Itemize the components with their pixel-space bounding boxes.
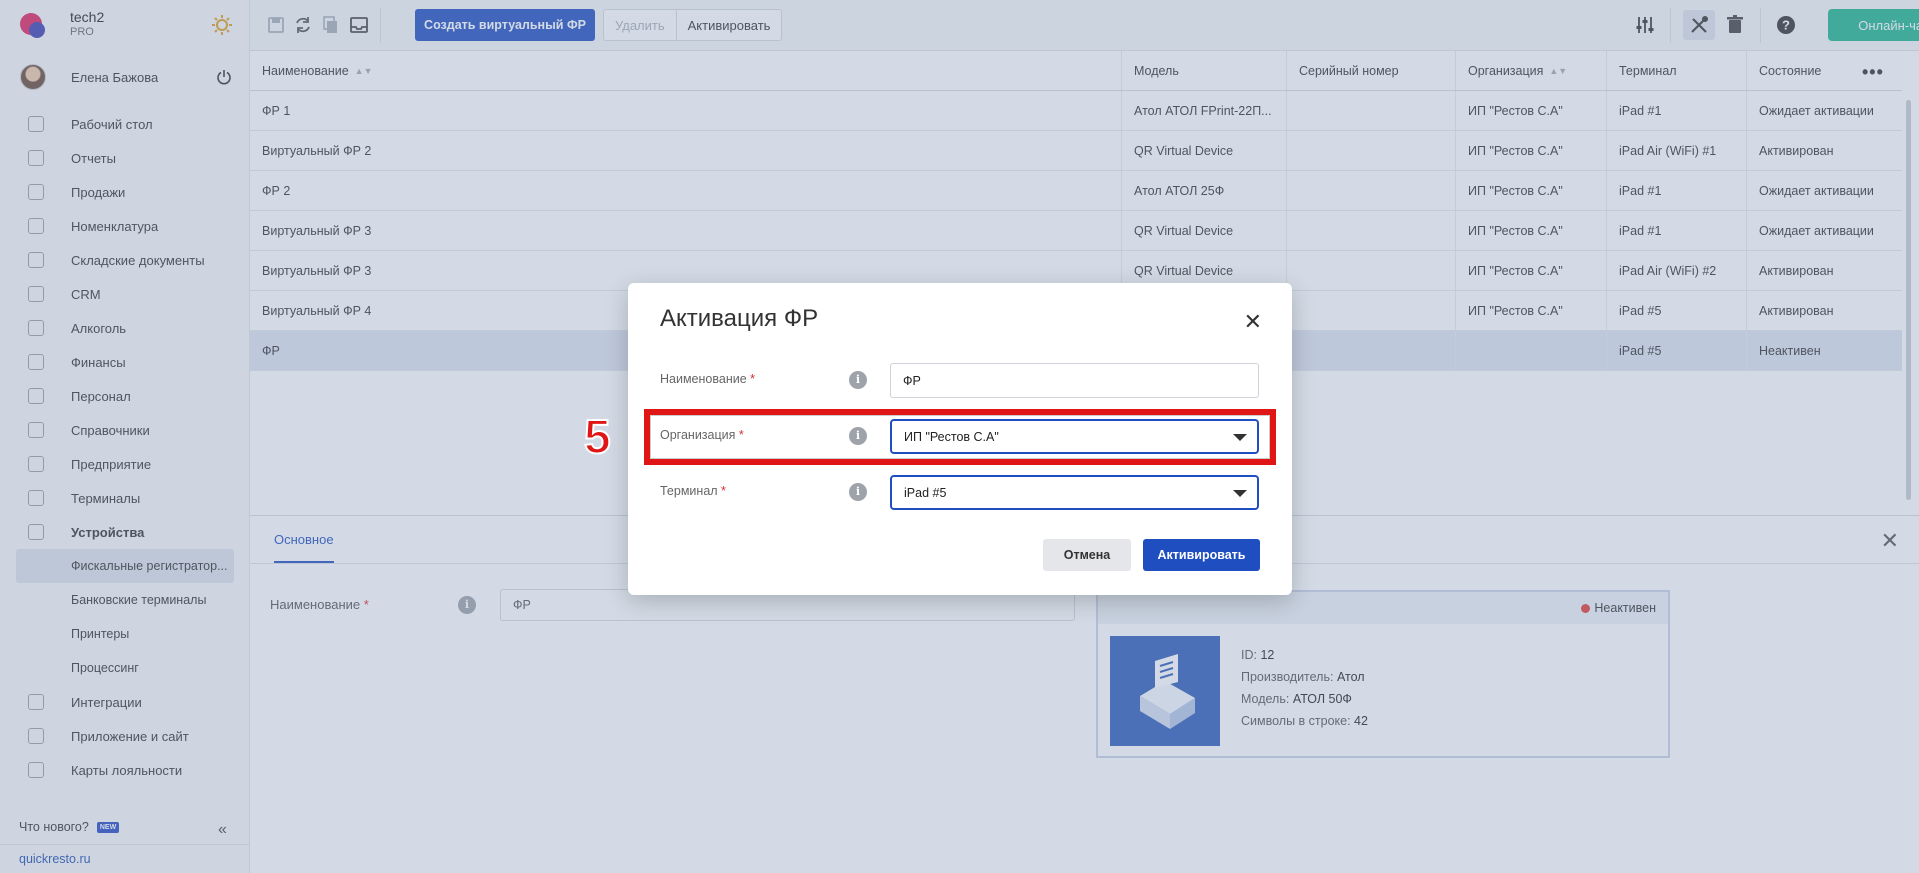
info-icon[interactable]: i bbox=[849, 483, 867, 501]
modal-title: Активация ФР bbox=[660, 305, 819, 332]
step-number: 5 bbox=[583, 410, 612, 465]
cancel-button[interactable]: Отмена bbox=[1043, 539, 1131, 571]
activation-modal: Активация ФР ✕ Наименование * i ФР Орган… bbox=[628, 283, 1292, 595]
modal-org-label: Организация * bbox=[660, 428, 744, 442]
chevron-down-icon bbox=[1233, 490, 1247, 497]
modal-activate-button[interactable]: Активировать bbox=[1143, 539, 1260, 571]
modal-terminal-value: iPad #5 bbox=[904, 485, 947, 500]
info-icon[interactable]: i bbox=[849, 371, 867, 389]
info-icon[interactable]: i bbox=[849, 427, 867, 445]
chevron-down-icon bbox=[1233, 434, 1247, 441]
modal-org-select[interactable]: ИП "Рестов С.А" bbox=[890, 419, 1259, 454]
modal-close-icon[interactable]: ✕ bbox=[1244, 309, 1262, 335]
modal-name-input[interactable]: ФР bbox=[890, 363, 1259, 398]
modal-terminal-label: Терминал * bbox=[660, 484, 726, 498]
modal-org-value: ИП "Рестов С.А" bbox=[904, 429, 999, 444]
modal-terminal-select[interactable]: iPad #5 bbox=[890, 475, 1259, 510]
modal-name-label: Наименование * bbox=[660, 372, 756, 386]
